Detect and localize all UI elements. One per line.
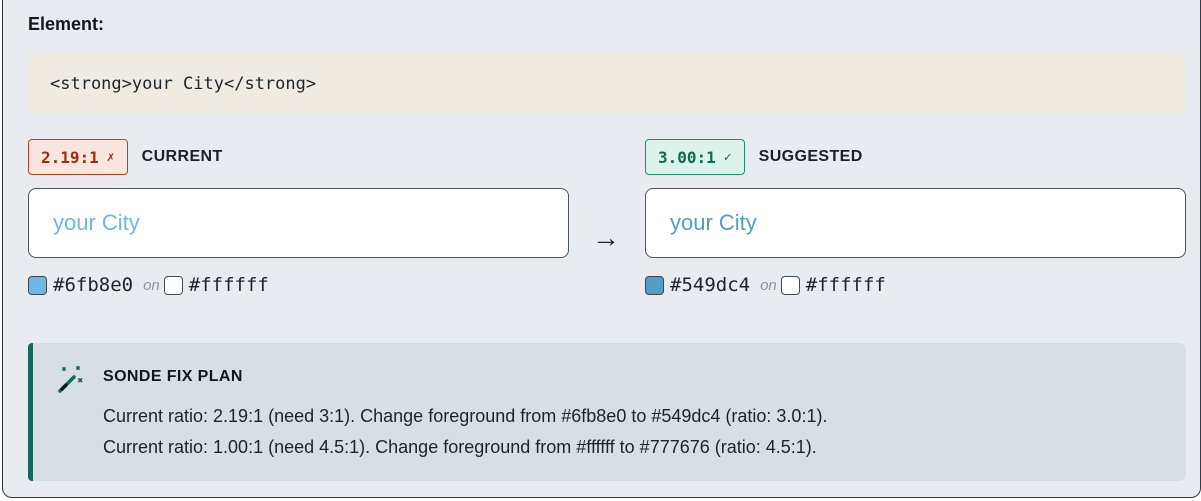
current-header: 2.19:1 ✗ CURRENT: [28, 138, 569, 176]
suggested-ratio-badge: 3.00:1 ✓: [645, 139, 745, 175]
suggested-label: SUGGESTED: [758, 148, 863, 165]
current-foreground-swatch: [28, 275, 47, 295]
current-color-pair: #6fb8e0 on #ffffff: [28, 274, 569, 296]
current-ratio-value: 2.19:1: [41, 147, 99, 167]
fail-x-icon: ✗: [106, 149, 115, 165]
element-heading: Element:: [28, 14, 105, 34]
suggested-column: 3.00:1 ✓ SUGGESTED your City #549dc4 on …: [645, 138, 1186, 296]
suggested-on-word: on: [760, 276, 777, 294]
suggested-header: 3.00:1 ✓ SUGGESTED: [645, 138, 1186, 176]
fix-plan-title: SONDE FIX PLAN: [103, 368, 243, 385]
current-background-swatch: [163, 275, 183, 295]
current-label: CURRENT: [141, 148, 223, 165]
suggested-preview-text: your City: [670, 210, 757, 235]
fix-plan-lines: Current ratio: 2.19:1 (need 3:1). Change…: [103, 401, 827, 463]
suggested-ratio-value: 3.00:1: [658, 147, 716, 167]
magic-wand-icon: [58, 366, 83, 393]
suggested-foreground-swatch: [645, 275, 664, 295]
current-preview: your City: [28, 188, 569, 258]
fix-plan-line: Current ratio: 2.19:1 (need 3:1). Change…: [103, 406, 828, 426]
current-on-word: on: [143, 276, 160, 294]
current-foreground-hex: #6fb8e0: [53, 274, 134, 296]
suggested-foreground-hex: #549dc4: [670, 274, 751, 296]
element-code: <strong>your City</strong>: [50, 74, 317, 94]
suggested-background-swatch: [780, 275, 800, 295]
pass-check-icon: ✓: [723, 149, 732, 165]
suggested-background-hex: #ffffff: [805, 274, 886, 296]
element-code-block: <strong>your City</strong>: [28, 54, 1186, 114]
suggested-preview: your City: [645, 188, 1186, 258]
current-column: 2.19:1 ✗ CURRENT your City #6fb8e0 on #f…: [28, 138, 569, 296]
fix-plan-line: Current ratio: 1.00:1 (need 4.5:1). Chan…: [103, 437, 817, 457]
current-ratio-badge: 2.19:1 ✗: [28, 139, 128, 175]
suggested-color-pair: #549dc4 on #ffffff: [645, 274, 1186, 296]
current-preview-text: your City: [53, 210, 140, 235]
fix-plan-callout: SONDE FIX PLAN Current ratio: 2.19:1 (ne…: [28, 343, 1186, 481]
current-background-hex: #ffffff: [188, 274, 269, 296]
arrow-right-icon: →: [592, 222, 620, 253]
